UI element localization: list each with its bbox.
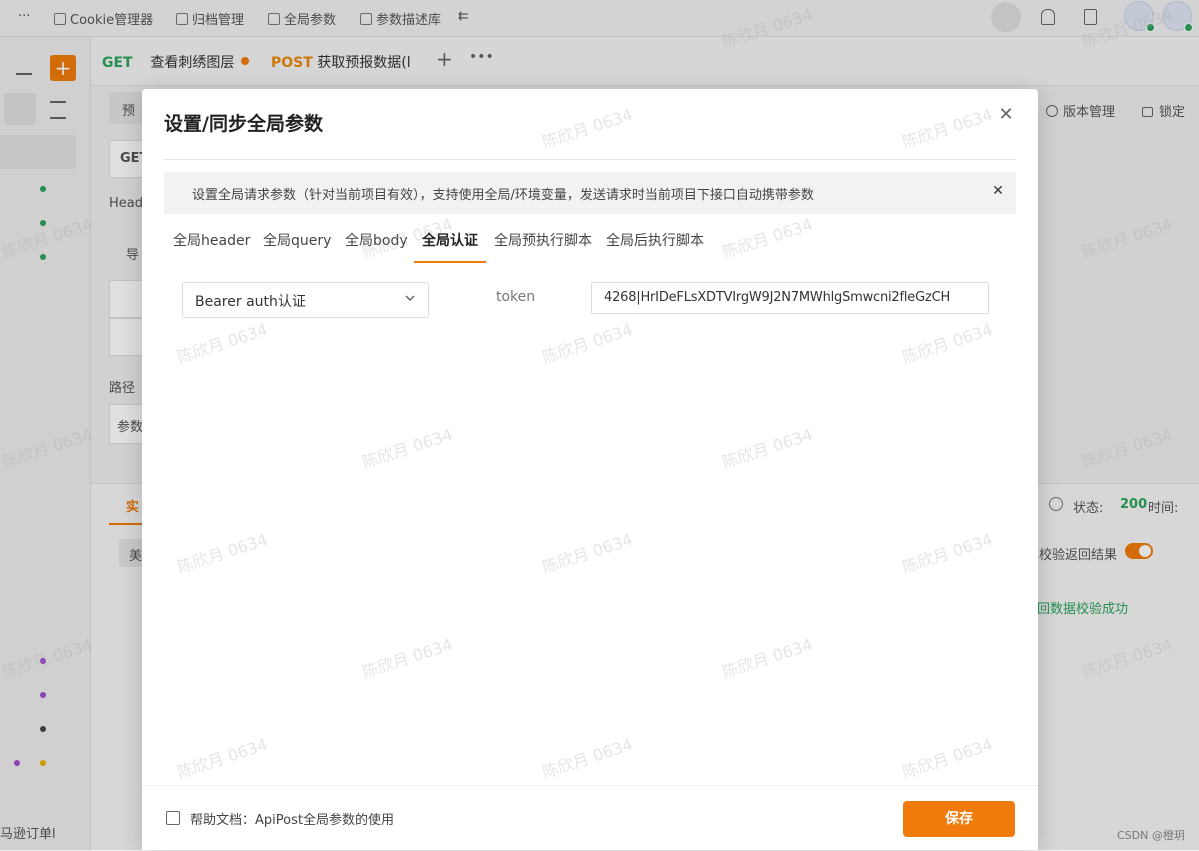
chevron-down-icon xyxy=(405,295,415,302)
auth-type-select[interactable]: Bearer auth认证 xyxy=(182,282,429,318)
notice-banner: 设置全局请求参数（针对当前项目有效），支持使用全局/环境变量，发送请求时当前项目… xyxy=(164,172,1016,214)
footer-divider xyxy=(142,785,1038,786)
tab-global-header[interactable]: 全局header xyxy=(173,230,250,250)
active-tab-indicator xyxy=(414,261,486,263)
token-label: token xyxy=(496,289,536,305)
help-doc-link[interactable]: 帮助文档：ApiPost全局参数的使用 xyxy=(190,809,394,828)
divider xyxy=(164,159,1016,160)
token-value: 4268|HrIDeFLsXDTVIrgW9J2N7MWhlgSmwcni2fl… xyxy=(604,290,951,305)
save-button[interactable]: 保存 xyxy=(903,801,1015,837)
tab-global-body[interactable]: 全局body xyxy=(345,230,408,250)
token-input[interactable]: 4268|HrIDeFLsXDTVIrgW9J2N7MWhlgSmwcni2fl… xyxy=(591,282,989,314)
document-icon xyxy=(166,811,180,825)
notice-text: 设置全局请求参数（针对当前项目有效），支持使用全局/环境变量，发送请求时当前项目… xyxy=(192,188,814,203)
notice-close-icon[interactable]: ✕ xyxy=(990,183,1006,201)
global-params-dialog: 设置/同步全局参数 ✕ 设置全局请求参数（针对当前项目有效），支持使用全局/环境… xyxy=(142,89,1038,850)
tab-global-query[interactable]: 全局query xyxy=(263,230,331,250)
dialog-title: 设置/同步全局参数 xyxy=(164,113,323,135)
tab-global-post-script[interactable]: 全局后执行脚本 xyxy=(606,230,704,250)
close-icon[interactable]: ✕ xyxy=(996,105,1016,125)
auth-type-value: Bearer auth认证 xyxy=(195,294,306,310)
tab-global-pre-script[interactable]: 全局预执行脚本 xyxy=(494,230,592,250)
tab-global-auth[interactable]: 全局认证 xyxy=(422,230,478,250)
